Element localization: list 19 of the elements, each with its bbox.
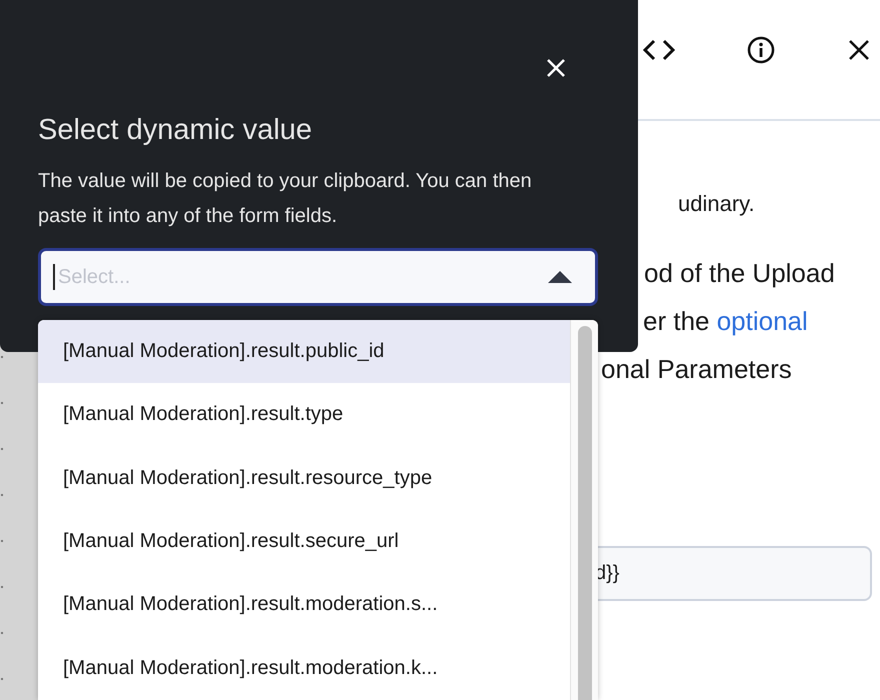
description-text: er the bbox=[643, 306, 710, 336]
description-text: od of the Upload bbox=[644, 257, 835, 290]
close-icon[interactable] bbox=[848, 39, 870, 61]
dialog-description: The value will be copied to your clipboard. You can then paste it into any of the form fields. bbox=[38, 169, 533, 229]
dropdown-option[interactable]: [Manual Moderation].result.moderation.s... bbox=[38, 573, 570, 637]
dropdown-option[interactable]: [Manual Moderation].result.secure_url bbox=[38, 510, 570, 574]
dropdown-option[interactable]: [Manual Moderation].result.moderation.k... bbox=[38, 636, 570, 700]
description-text: udinary. bbox=[678, 190, 755, 218]
dropdown-option[interactable]: [Manual Moderation].result.public_id bbox=[38, 320, 570, 384]
code-icon[interactable] bbox=[642, 38, 676, 62]
description-text: onal Parameters bbox=[601, 353, 792, 386]
dropdown-option[interactable]: [Manual Moderation].result.type bbox=[38, 383, 570, 447]
dialog-title: Select dynamic value bbox=[38, 113, 314, 148]
text-cursor bbox=[53, 264, 55, 290]
caret-icon[interactable] bbox=[548, 270, 572, 284]
dropdown-option[interactable]: [Manual Moderation].result.resource_type bbox=[38, 446, 570, 510]
scrollbar[interactable] bbox=[570, 320, 598, 700]
info-icon[interactable] bbox=[747, 36, 775, 64]
optional-link[interactable]: optional bbox=[716, 306, 808, 336]
